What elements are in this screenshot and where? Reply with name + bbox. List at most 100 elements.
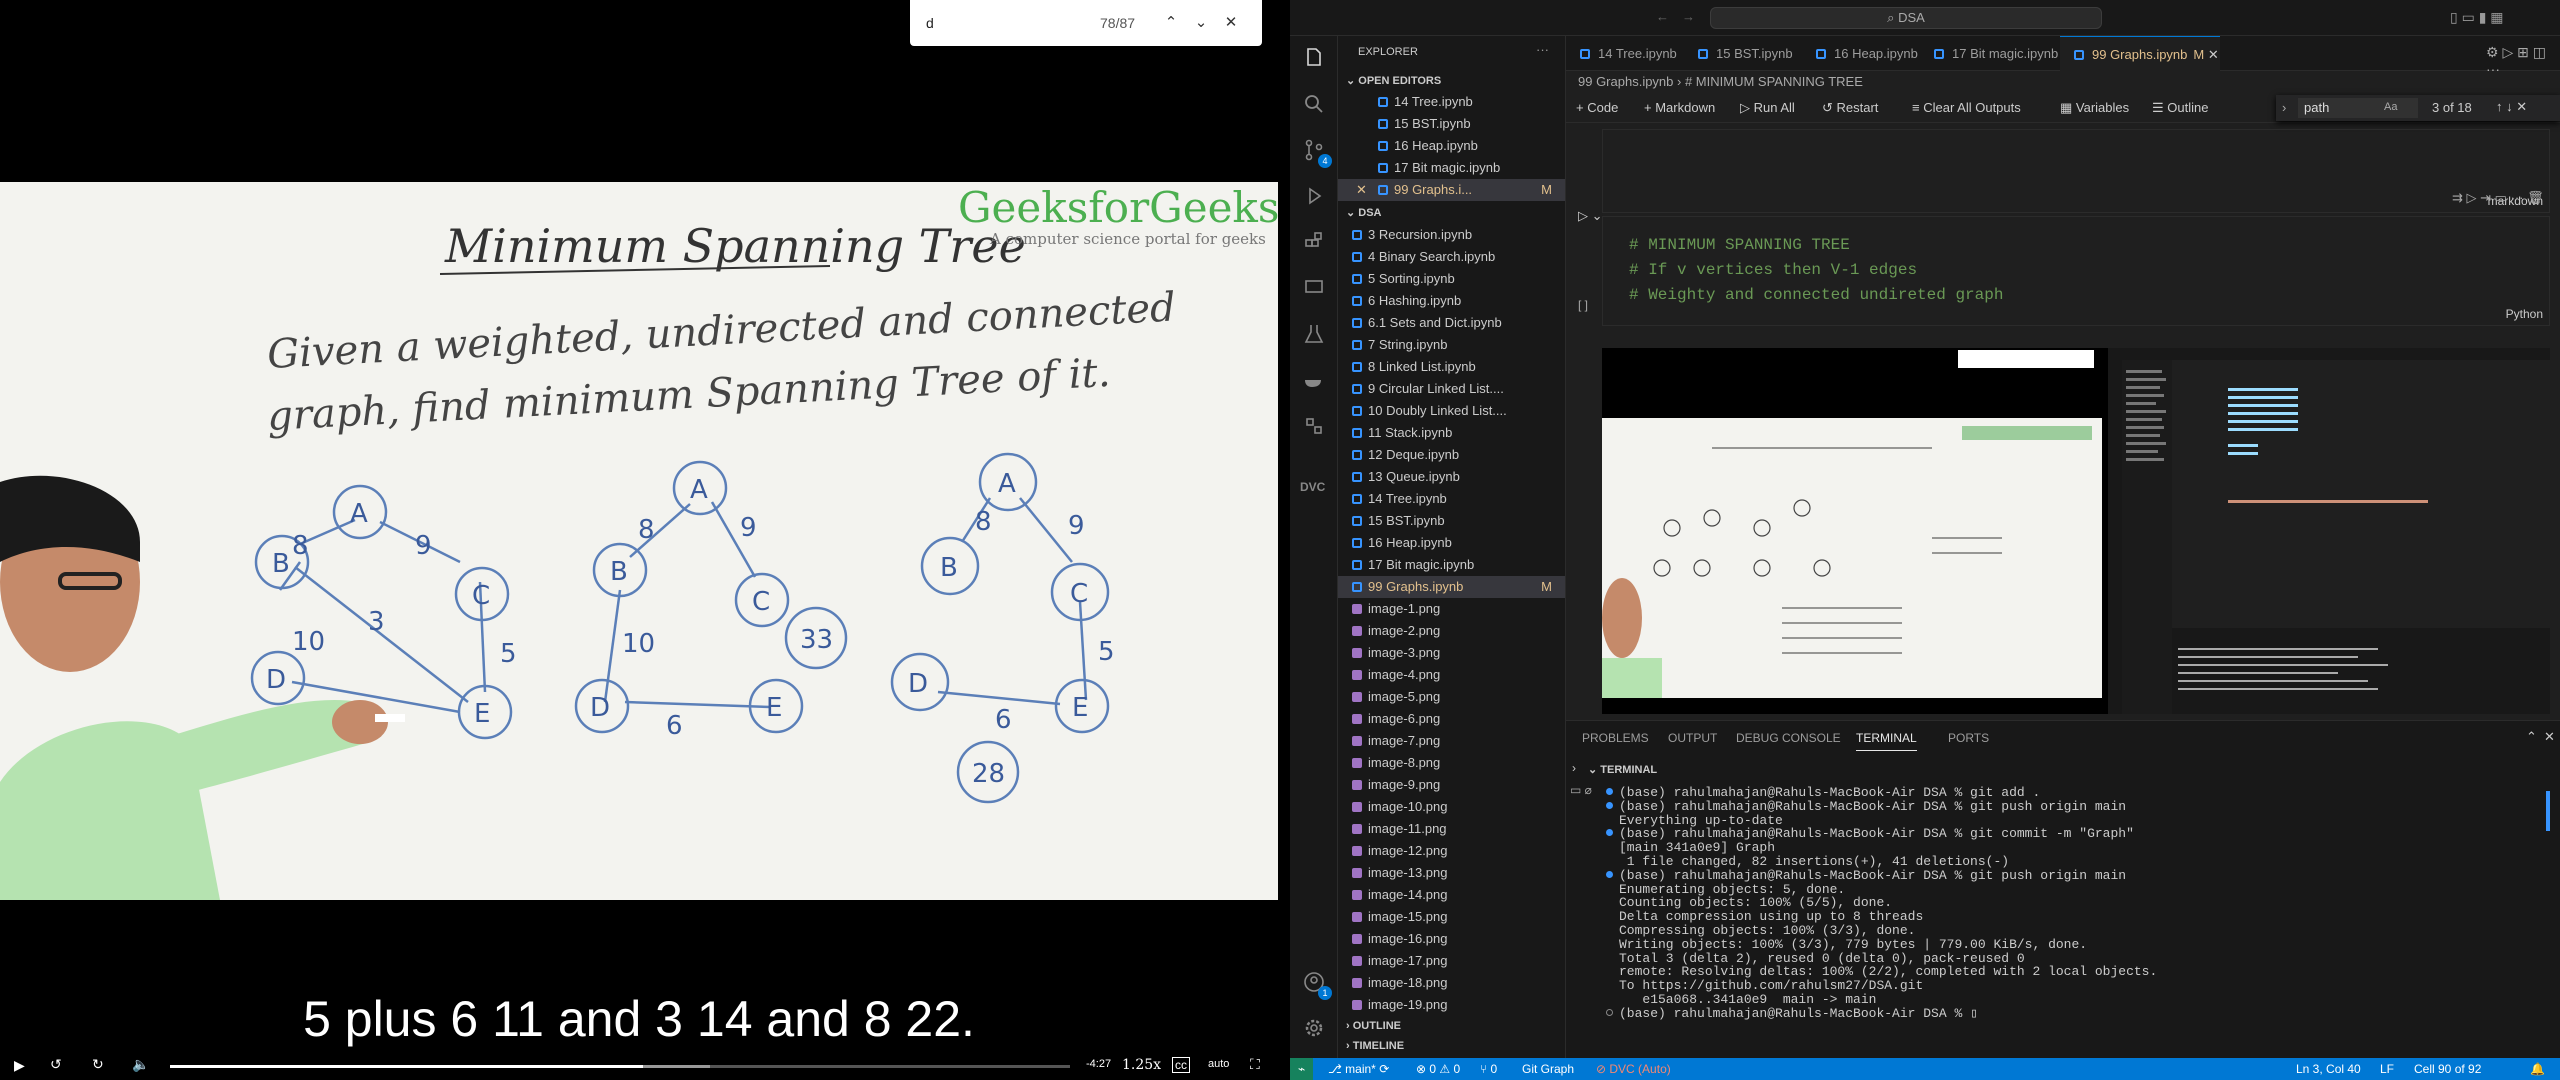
fullscreen-icon[interactable]: ⛶	[1250, 1056, 1260, 1073]
file-item[interactable]: image-4.png	[1338, 664, 1565, 686]
editor-tab[interactable]: 15 BST.ipynb	[1684, 36, 1802, 71]
terminal-scrollbar[interactable]	[2546, 791, 2550, 831]
close-tab-icon[interactable]: ✕	[2204, 47, 2219, 62]
cell-toolbar-icons[interactable]: ⇉ ▷ ⇥ ▭ ··· 🗑	[2452, 190, 2544, 206]
branch-indicator[interactable]: ⎇ main* ⟳	[1328, 1058, 1389, 1080]
play-icon[interactable]: ▶	[14, 1057, 25, 1074]
file-item[interactable]: image-1.png	[1338, 598, 1565, 620]
seek-bar[interactable]	[170, 1065, 1070, 1068]
terminal-chevron-icon[interactable]: ›	[1572, 761, 1576, 775]
file-item[interactable]: 99 Graphs.ipynb M	[1338, 576, 1565, 598]
open-editor-item[interactable]: 17 Bit magic.ipynb	[1338, 157, 1565, 179]
editor-tab[interactable]: 16 Heap.ipynb	[1802, 36, 1920, 71]
open-editor-item[interactable]: 14 Tree.ipynb	[1338, 91, 1565, 113]
eol-indicator[interactable]: LF	[2380, 1058, 2394, 1080]
timeline-header[interactable]: › TIMELINE	[1346, 1040, 1404, 1052]
find-next-icon[interactable]: ⌄	[1190, 12, 1212, 34]
terminal-output[interactable]: (base) rahulmahajan@Rahuls-MacBook-Air D…	[1606, 786, 2546, 1021]
panel-tab[interactable]: PORTS	[1948, 731, 1989, 745]
file-item[interactable]: image-6.png	[1338, 708, 1565, 730]
folder-header[interactable]: ⌄ DSA	[1346, 206, 1382, 219]
settings-gear-icon[interactable]	[1302, 1016, 1326, 1040]
video-player[interactable]: d 78/87 ⌃ ⌄ ✕ Minimum Spanning Tree Geek…	[0, 0, 1290, 1080]
panel-close-icon[interactable]: ✕	[2544, 729, 2555, 745]
add-code-button[interactable]: + Code	[1576, 93, 1618, 123]
restart-button[interactable]: ↺ Restart	[1822, 93, 1878, 123]
quality-button[interactable]: auto	[1208, 1058, 1229, 1070]
file-item[interactable]: image-5.png	[1338, 686, 1565, 708]
ports-indicator[interactable]: ⑂ 0	[1480, 1058, 1497, 1080]
more-actions-icon[interactable]: ···	[1536, 42, 1549, 57]
remote-indicator-icon[interactable]: ⌁	[1290, 1058, 1314, 1080]
markdown-cell[interactable]: markdown	[1602, 129, 2550, 213]
file-item[interactable]: image-10.png	[1338, 796, 1565, 818]
forward-nav-icon[interactable]: →	[1682, 9, 1695, 24]
find-nav-icons[interactable]: ↑ ↓ ✕	[2496, 99, 2527, 115]
file-item[interactable]: image-3.png	[1338, 642, 1565, 664]
notebook-find-input[interactable]: path	[2298, 98, 2418, 118]
file-item[interactable]: image-11.png	[1338, 818, 1565, 840]
file-item[interactable]: 12 Deque.ipynb	[1338, 444, 1565, 466]
dvc-status[interactable]: ⊘ DVC (Auto)	[1596, 1058, 1671, 1080]
file-item[interactable]: 17 Bit magic.ipynb	[1338, 554, 1565, 576]
file-item[interactable]: 13 Queue.ipynb	[1338, 466, 1565, 488]
command-center[interactable]: ⌕ DSA	[1710, 7, 2102, 29]
file-item[interactable]: 6 Hashing.ipynb	[1338, 290, 1565, 312]
file-item[interactable]: 6.1 Sets and Dict.ipynb	[1338, 312, 1565, 334]
explorer-icon[interactable]	[1302, 46, 1326, 70]
find-prev-icon[interactable]: ⌃	[1160, 12, 1182, 34]
open-editor-item[interactable]: ✕ 99 Graphs.i... M	[1338, 179, 1565, 201]
open-editors-header[interactable]: ⌄ OPEN EDITORS	[1346, 74, 1441, 87]
volume-icon[interactable]: 🔈	[132, 1056, 149, 1073]
search-sidebar-icon[interactable]	[1302, 92, 1326, 116]
file-item[interactable]: 10 Doubly Linked List....	[1338, 400, 1565, 422]
clear-outputs-button[interactable]: ≡ Clear All Outputs	[1912, 93, 2021, 123]
terminal-side-icons[interactable]: ▭ ⌀	[1570, 783, 1592, 797]
file-item[interactable]: 5 Sorting.ipynb	[1338, 268, 1565, 290]
layout-icons[interactable]: ▯ ▭ ▮ ▦	[2450, 9, 2504, 26]
find-toggle-icon[interactable]: ›	[2282, 100, 2286, 115]
file-item[interactable]: image-8.png	[1338, 752, 1565, 774]
editor-tab[interactable]: 17 Bit magic.ipynb	[1920, 36, 2060, 71]
find-close-icon[interactable]: ✕	[1220, 12, 1242, 34]
code-cell[interactable]: # MINIMUM SPANNING TREE # If v vertices t…	[1602, 216, 2550, 326]
run-cell-icon[interactable]: ▷ ⌄	[1578, 208, 1603, 224]
forward-icon[interactable]: ↻	[92, 1056, 104, 1073]
cell-language[interactable]: Python	[2506, 307, 2543, 321]
match-case-icon[interactable]: Aa	[2384, 101, 2397, 113]
outline-header[interactable]: › OUTLINE	[1346, 1020, 1401, 1032]
code-editor[interactable]: # MINIMUM SPANNING TREE # If v vertices t…	[1629, 233, 2003, 308]
cell-indicator[interactable]: Cell 90 of 92	[2414, 1058, 2481, 1080]
file-item[interactable]: 15 BST.ipynb	[1338, 510, 1565, 532]
panel-tab[interactable]: TERMINAL	[1856, 731, 1917, 751]
file-item[interactable]: image-13.png	[1338, 862, 1565, 884]
file-item[interactable]: image-14.png	[1338, 884, 1565, 906]
variables-button[interactable]: ▦ Variables	[2060, 93, 2129, 123]
git-graph-button[interactable]: Git Graph	[1522, 1058, 1574, 1080]
file-item[interactable]: 3 Recursion.ipynb	[1338, 224, 1565, 246]
file-item[interactable]: image-15.png	[1338, 906, 1565, 928]
speed-button[interactable]: 1.25x	[1122, 1057, 1161, 1073]
open-editor-item[interactable]: 15 BST.ipynb	[1338, 113, 1565, 135]
cursor-position[interactable]: Ln 3, Col 40	[2296, 1058, 2361, 1080]
dvc-icon[interactable]: DVC	[1300, 480, 1325, 494]
extensions-icon[interactable]	[1302, 230, 1326, 254]
close-editor-icon[interactable]: ✕	[1356, 179, 1367, 201]
file-item[interactable]: 8 Linked List.ipynb	[1338, 356, 1565, 378]
file-item[interactable]: image-18.png	[1338, 972, 1565, 994]
file-item[interactable]: image-19.png	[1338, 994, 1565, 1016]
file-item[interactable]: 9 Circular Linked List....	[1338, 378, 1565, 400]
file-item[interactable]: 14 Tree.ipynb	[1338, 488, 1565, 510]
panel-tab[interactable]: DEBUG CONSOLE	[1736, 731, 1841, 745]
testing-icon[interactable]	[1302, 322, 1326, 346]
file-item[interactable]: image-16.png	[1338, 928, 1565, 950]
panel-tab[interactable]: OUTPUT	[1668, 731, 1717, 745]
file-item[interactable]: image-9.png	[1338, 774, 1565, 796]
editor-tab[interactable]: 99 Graphs.ipynb M ✕	[2060, 36, 2220, 71]
outline-button[interactable]: ☰ Outline	[2152, 93, 2208, 123]
ports-icon[interactable]	[1302, 414, 1326, 438]
run-all-button[interactable]: ▷ Run All	[1740, 93, 1795, 123]
file-item[interactable]: image-2.png	[1338, 620, 1565, 642]
editor-tab[interactable]: 14 Tree.ipynb	[1566, 36, 1684, 71]
add-markdown-button[interactable]: + Markdown	[1644, 93, 1715, 123]
